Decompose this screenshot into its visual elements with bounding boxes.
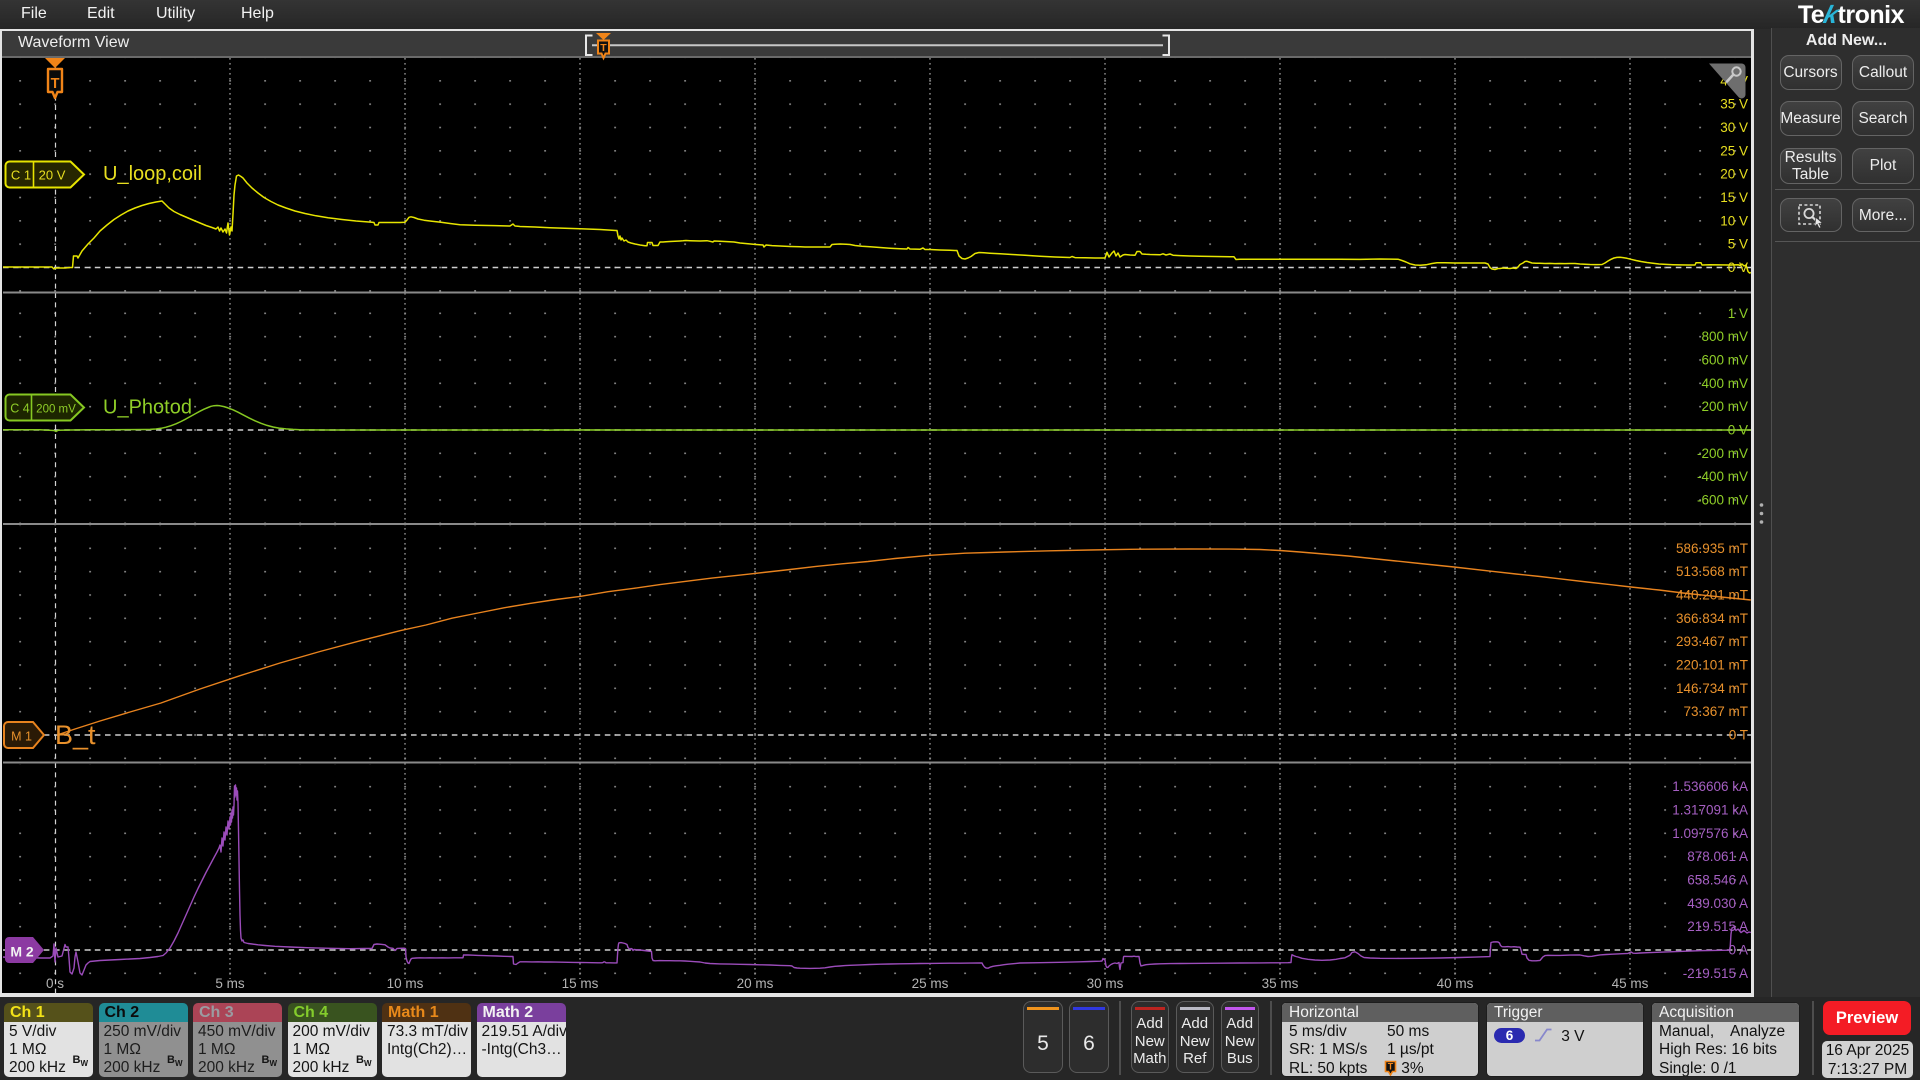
svg-text:-219.515 A: -219.515 A	[1683, 966, 1748, 981]
svg-text:878.061 A: 878.061 A	[1687, 849, 1748, 864]
svg-text:1.097576 kA: 1.097576 kA	[1672, 826, 1748, 841]
svg-text:30 ms: 30 ms	[1087, 976, 1124, 991]
svg-text:-600 mV: -600 mV	[1697, 492, 1748, 507]
svg-text:10 ms: 10 ms	[387, 976, 424, 991]
svg-text:5 ms: 5 ms	[215, 976, 245, 991]
svg-text:1.317091 kA: 1.317091 kA	[1672, 803, 1748, 818]
svg-text:586.935 mT: 586.935 mT	[1676, 541, 1748, 556]
svg-text:0 s: 0 s	[46, 976, 64, 991]
svg-text:-200 mV: -200 mV	[1697, 446, 1748, 461]
svg-text:800 mV: 800 mV	[1701, 329, 1748, 344]
svg-text:0 V: 0 V	[1728, 260, 1748, 275]
svg-text:440.201 mT: 440.201 mT	[1676, 588, 1748, 603]
svg-text:25 ms: 25 ms	[912, 976, 949, 991]
svg-text:513.568 mT: 513.568 mT	[1676, 564, 1748, 579]
svg-text:C 1: C 1	[11, 168, 31, 183]
svg-text:U_Photod: U_Photod	[103, 397, 192, 419]
svg-text:B_t: B_t	[55, 720, 96, 750]
svg-text:1.536606 kA: 1.536606 kA	[1672, 779, 1748, 794]
svg-text:400 mV: 400 mV	[1701, 376, 1748, 391]
svg-text:40 ms: 40 ms	[1437, 976, 1474, 991]
svg-text:20 V: 20 V	[39, 168, 66, 183]
svg-text:439.030 A: 439.030 A	[1687, 896, 1748, 911]
svg-text:293.467 mT: 293.467 mT	[1676, 634, 1748, 649]
svg-text:10 V: 10 V	[1720, 213, 1748, 228]
svg-text:200 mV: 200 mV	[36, 404, 76, 416]
svg-text:1 V: 1 V	[1728, 306, 1748, 321]
svg-text:30 V: 30 V	[1720, 120, 1748, 135]
svg-text:-400 mV: -400 mV	[1697, 469, 1748, 484]
svg-text:0 A: 0 A	[1728, 943, 1748, 958]
svg-text:366.834 mT: 366.834 mT	[1676, 611, 1748, 626]
svg-text:220.101 mT: 220.101 mT	[1676, 658, 1748, 673]
svg-text:C 4: C 4	[10, 402, 30, 416]
svg-text:15 V: 15 V	[1720, 190, 1748, 205]
svg-text:15 ms: 15 ms	[562, 976, 599, 991]
svg-text:20 V: 20 V	[1720, 167, 1748, 182]
svg-text:658.546 A: 658.546 A	[1687, 873, 1748, 888]
svg-text:25 V: 25 V	[1720, 143, 1748, 158]
svg-text:0 V: 0 V	[1728, 423, 1748, 438]
svg-text:35 V: 35 V	[1720, 97, 1748, 112]
svg-text:M 1: M 1	[11, 730, 32, 744]
svg-text:35 ms: 35 ms	[1262, 976, 1299, 991]
svg-text:5 V: 5 V	[1728, 237, 1748, 252]
svg-text:600 mV: 600 mV	[1701, 353, 1748, 368]
svg-text:0 T: 0 T	[1729, 728, 1748, 743]
svg-text:219.515 A: 219.515 A	[1687, 919, 1748, 934]
svg-text:146.734 mT: 146.734 mT	[1676, 681, 1748, 696]
svg-text:20 ms: 20 ms	[737, 976, 774, 991]
svg-text:200 mV: 200 mV	[1701, 399, 1748, 414]
svg-text:T: T	[600, 42, 607, 54]
svg-text:73.367 mT: 73.367 mT	[1683, 704, 1748, 719]
svg-text:U_loop,coil: U_loop,coil	[103, 163, 202, 185]
svg-text:45 ms: 45 ms	[1612, 976, 1649, 991]
svg-text:T: T	[51, 76, 60, 92]
svg-text:M 2: M 2	[10, 944, 34, 960]
